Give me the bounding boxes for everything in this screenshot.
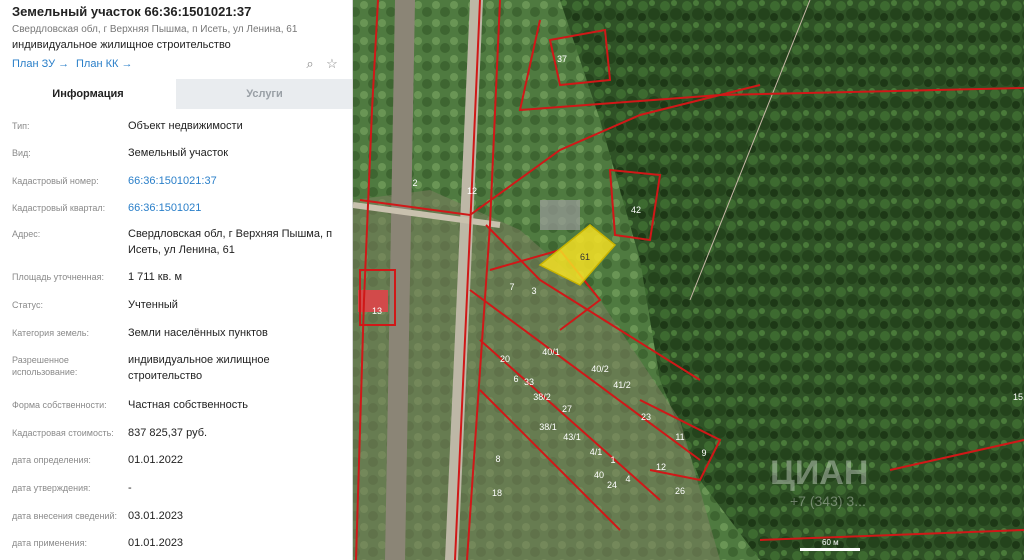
parcel-label: 43/1: [563, 432, 581, 442]
row-label: дата внесения сведений:: [12, 511, 117, 521]
search-document-icon[interactable]: ⌕: [302, 56, 318, 72]
row-label: Разрешенное использование:: [12, 355, 78, 377]
cadastral-quarter-link[interactable]: 66:36:1501021: [128, 200, 343, 216]
row-label: Вид:: [12, 148, 31, 158]
parcel-label: 61: [580, 252, 590, 262]
tab-info[interactable]: Информация: [0, 79, 176, 109]
row-value: 01.01.2023: [128, 537, 184, 549]
scale-label: 60 м: [822, 538, 839, 547]
parcel-label: 8: [495, 454, 500, 464]
info-panel: Земельный участок 66:36:1501021:37 Сверд…: [0, 0, 353, 560]
parcel-label: 40: [594, 470, 604, 480]
parcel-label: 9: [701, 448, 706, 458]
row-label: дата определения:: [12, 455, 91, 465]
row-label: Статус:: [12, 300, 43, 310]
plan-kk-link[interactable]: План КК →: [76, 58, 132, 70]
row-label: Кадастровый квартал:: [12, 203, 106, 213]
row-label: Кадастровый номер:: [12, 176, 99, 186]
row-value: Частная собственность: [128, 399, 249, 411]
row-label: Адрес:: [12, 229, 41, 239]
star-icon[interactable]: ☆: [324, 56, 340, 72]
tab-services[interactable]: Услуги: [176, 79, 352, 109]
watermark: ЦИАН: [770, 454, 868, 492]
page-title: Земельный участок 66:36:1501021:37: [12, 4, 252, 19]
parcel-label: 41/2: [613, 380, 631, 390]
parcel-label: 24: [607, 480, 617, 490]
parcel-usage: индивидуальное жилищное строительство: [12, 39, 231, 51]
parcel-label: 1: [610, 455, 615, 465]
tab-bar: Информация Услуги: [0, 79, 352, 109]
parcel-label: 12: [656, 462, 666, 472]
parcel-label: 20: [500, 354, 510, 364]
watermark-phone: +7 (343) 3...: [790, 493, 866, 509]
parcel-label: 38/1: [539, 422, 557, 432]
row-label: Тип:: [12, 121, 30, 131]
parcel-label: 4/1: [590, 447, 603, 457]
row-value: Учтенный: [128, 299, 178, 311]
row-value: 1 711 кв. м: [128, 271, 183, 283]
parcel-label: 15: [1013, 392, 1023, 402]
building-gray: [540, 200, 580, 230]
scale-bar: [800, 548, 860, 551]
row-label: Площадь уточненная:: [12, 272, 104, 282]
row-value: Объект недвижимости: [128, 120, 243, 132]
row-value: 03.01.2023: [128, 510, 184, 522]
parcel-label: 18: [492, 488, 502, 498]
row-value: индивидуальное жилищное строительство: [128, 354, 270, 382]
row-value: -: [128, 482, 132, 494]
parcel-label: 4: [625, 474, 630, 484]
row-value: Земельный участок: [128, 147, 229, 159]
parcel-label: 40/2: [591, 364, 609, 374]
parcel-label: 26: [675, 486, 685, 496]
parcel-label: 33: [524, 377, 534, 387]
parcel-label: 23: [641, 412, 651, 422]
parcel-label: 13: [372, 306, 382, 316]
parcel-label: 3: [531, 286, 536, 296]
row-label: дата утверждения:: [12, 483, 91, 493]
row-value: 837 825,37 руб.: [128, 427, 208, 439]
parcel-label: 2: [412, 178, 417, 188]
parcel-address: Свердловская обл, г Верхняя Пышма, п Исе…: [12, 24, 298, 35]
row-label: Форма собственности:: [12, 400, 107, 410]
parcel-label: 27: [562, 404, 572, 414]
parcel-label: 6: [513, 374, 518, 384]
parcel-label: 37: [557, 54, 567, 64]
parcel-label: 12: [467, 186, 477, 196]
parcel-label: 7: [509, 282, 514, 292]
parcel-label: 38/2: [533, 392, 551, 402]
cadastral-number-link[interactable]: 66:36:1501021:37: [128, 173, 343, 189]
parcel-label: 40/1: [542, 347, 560, 357]
row-value: Свердловская обл, г Верхняя Пышма, п Исе…: [128, 228, 333, 256]
plan-zu-link[interactable]: План ЗУ →: [12, 58, 69, 70]
row-label: Категория земель:: [12, 328, 89, 338]
parcel-label: 42: [631, 205, 641, 215]
row-value: 01.01.2022: [128, 454, 184, 466]
row-label: Кадастровая стоимость:: [12, 428, 114, 438]
row-label: дата применения:: [12, 538, 88, 548]
row-value: Земли населённых пунктов: [128, 327, 268, 339]
parcel-label: 11: [675, 432, 684, 442]
